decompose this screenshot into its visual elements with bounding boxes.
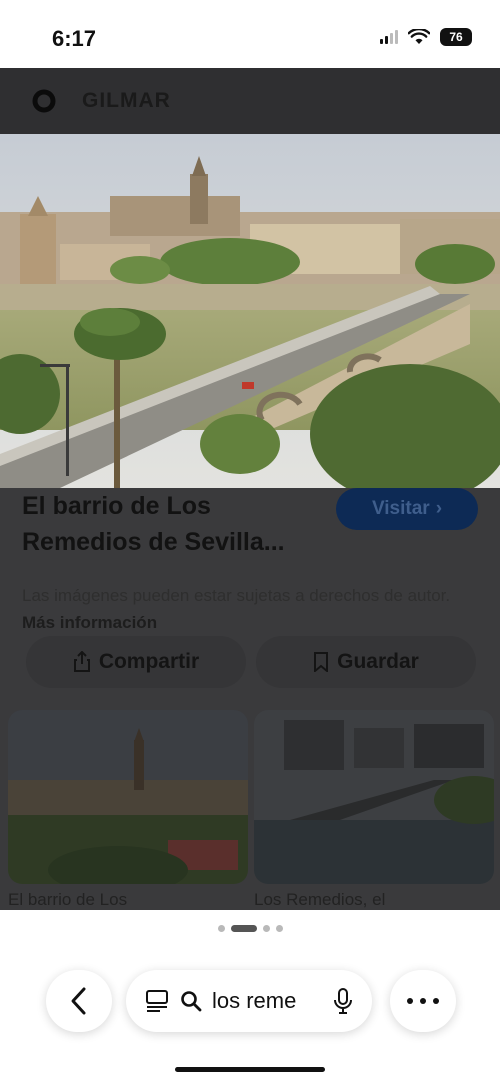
pager-dot-active	[230, 924, 257, 932]
signal-icon	[380, 30, 398, 44]
microphone-icon[interactable]	[332, 987, 354, 1015]
app-logo-icon	[32, 89, 56, 113]
related-title: El barrio de Los	[8, 890, 128, 909]
page-indicator	[0, 916, 500, 940]
app-name: GILMAR	[82, 89, 171, 112]
address-text: los reme	[212, 988, 297, 1013]
more-info-link[interactable]: Más información	[22, 613, 157, 632]
more-options-button[interactable]	[390, 970, 456, 1032]
browser-toolbar: los reme	[0, 956, 500, 1080]
related-result-card[interactable]: El barrio de Los	[8, 710, 248, 910]
battery-indicator: 76	[440, 28, 472, 46]
share-button[interactable]: Compartir	[26, 636, 246, 688]
pager-dot	[217, 924, 225, 932]
chevron-left-icon	[71, 987, 86, 1015]
wifi-icon	[408, 29, 430, 44]
result-title[interactable]: El barrio de Los Remedios de Sevilla...	[22, 488, 322, 560]
related-result-card[interactable]: Los Remedios, el	[254, 710, 494, 910]
back-button[interactable]	[46, 970, 112, 1032]
related-thumbnail	[8, 710, 248, 884]
related-title: Los Remedios, el	[254, 890, 386, 909]
visit-button[interactable]: Visitar ›	[336, 488, 478, 530]
related-thumbnail	[254, 710, 494, 884]
copyright-disclaimer: Las imágenes pueden estar sujetas a dere…	[22, 582, 480, 636]
hero-image[interactable]	[0, 134, 500, 488]
status-time: 6:17	[52, 26, 97, 51]
save-button[interactable]: Guardar	[256, 636, 476, 688]
address-bar[interactable]: los reme	[126, 970, 372, 1032]
pager-dot	[275, 924, 283, 932]
disclaimer-text: Las imágenes pueden estar sujetas a dere…	[22, 586, 451, 605]
pager-dot	[262, 924, 270, 932]
app-header: GILMAR	[0, 68, 500, 134]
bookmark-icon	[314, 652, 329, 672]
status-bar: 6:17 76	[0, 0, 500, 68]
share-label: Compartir	[98, 650, 200, 673]
status-icons: 76	[380, 28, 472, 46]
home-indicator	[175, 1067, 325, 1072]
save-label: Guardar	[337, 650, 419, 673]
more-dots-icon	[407, 998, 439, 1004]
chevron-right-icon: ›	[435, 498, 443, 519]
visit-button-label: Visitar	[371, 498, 430, 519]
reader-icon[interactable]	[144, 988, 170, 1014]
share-icon	[73, 651, 90, 672]
page-content: GILMAR El barrio de Los Remedios de Sevi…	[0, 68, 500, 910]
search-icon	[181, 991, 202, 1012]
result-info-panel: El barrio de Los Remedios de Sevilla... …	[0, 488, 500, 910]
